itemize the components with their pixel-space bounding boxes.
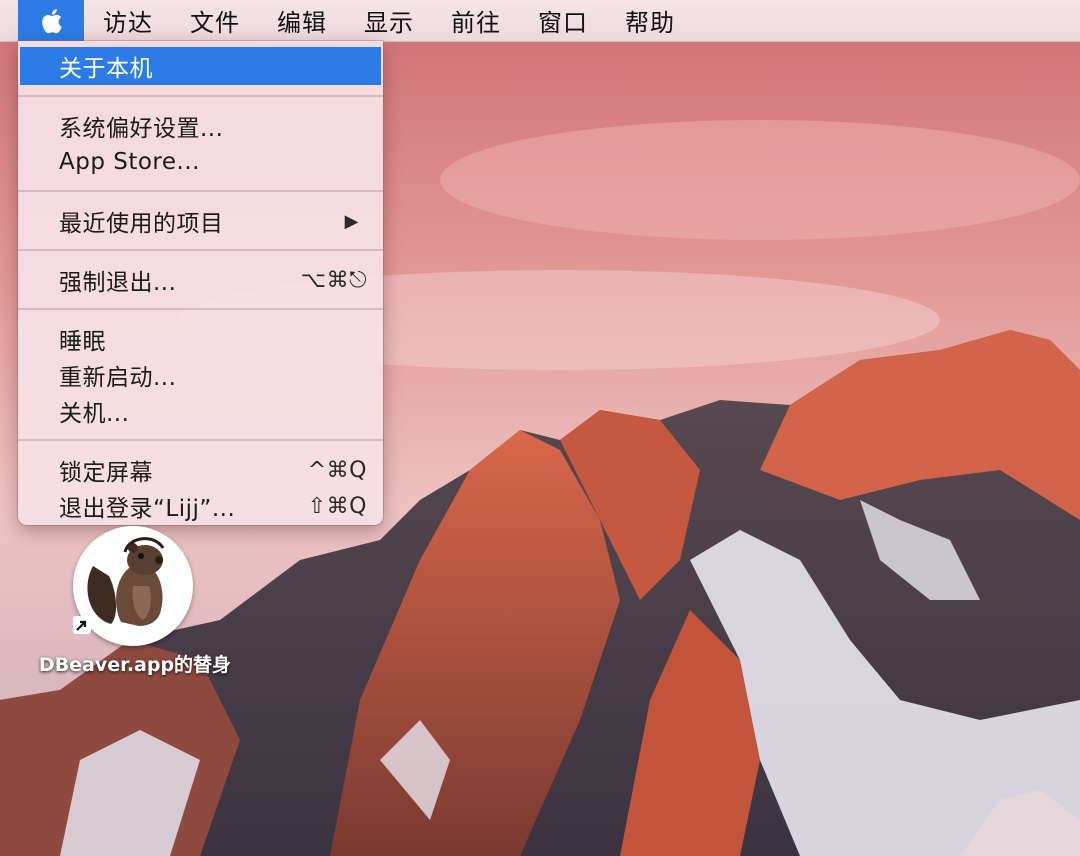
menu-item-app-store[interactable]: App Store...	[20, 144, 381, 180]
menu-separator	[18, 439, 383, 441]
menu-bar: 访达 文件 编辑 显示 前往 窗口 帮助	[0, 0, 1080, 42]
menu-window[interactable]: 窗口	[519, 0, 606, 41]
menu-separator	[18, 190, 383, 192]
apple-menu-button[interactable]	[18, 0, 84, 41]
keyboard-shortcut: ⌥⌘⎋	[300, 267, 367, 293]
dbeaver-beaver-icon	[73, 526, 193, 646]
menu-item-shutdown[interactable]: 关机...	[20, 393, 381, 429]
menu-separator	[18, 249, 383, 251]
desktop-icon-label: DBeaver.app的替身	[38, 654, 232, 676]
menu-item-label: 重新启动...	[59, 365, 177, 391]
menu-item-recent-items[interactable]: 最近使用的项目 ▶	[20, 203, 381, 239]
menu-item-system-preferences[interactable]: 系统偏好设置...	[20, 108, 381, 144]
menu-item-log-out[interactable]: 退出登录“Lijj”... ⇧⌘Q	[20, 488, 381, 524]
menu-help[interactable]: 帮助	[606, 0, 693, 41]
menu-item-label: 关于本机	[59, 56, 153, 82]
apple-logo-icon	[42, 8, 62, 33]
menu-item-lock-screen[interactable]: 锁定屏幕 ^⌘Q	[20, 452, 381, 488]
menu-separator	[18, 308, 383, 310]
menu-item-label: App Store...	[59, 149, 200, 175]
menu-item-label: 强制退出...	[59, 270, 177, 296]
menu-edit[interactable]: 编辑	[258, 0, 345, 41]
menu-separator	[18, 95, 383, 97]
desktop-alias-dbeaver[interactable]: DBeaver.app的替身	[20, 520, 250, 690]
submenu-arrow-icon: ▶	[344, 210, 359, 232]
menu-go[interactable]: 前往	[432, 0, 519, 41]
menu-item-label: 关机...	[59, 401, 130, 427]
alias-arrow-icon	[73, 616, 91, 634]
menu-item-force-quit[interactable]: 强制退出... ⌥⌘⎋	[20, 262, 381, 298]
apple-dropdown-menu: 关于本机 系统偏好设置... App Store... 最近使用的项目 ▶ 强制…	[18, 41, 383, 525]
menu-finder[interactable]: 访达	[84, 0, 171, 41]
menu-item-about[interactable]: 关于本机	[20, 47, 381, 85]
menu-item-label: 睡眠	[59, 329, 106, 355]
menu-item-label: 锁定屏幕	[59, 460, 153, 486]
keyboard-shortcut: ⇧⌘Q	[307, 493, 367, 519]
menu-item-label: 系统偏好设置...	[59, 116, 224, 142]
keyboard-shortcut: ^⌘Q	[307, 457, 367, 483]
menu-view[interactable]: 显示	[345, 0, 432, 41]
menu-item-label: 最近使用的项目	[59, 211, 224, 237]
menu-item-restart[interactable]: 重新启动...	[20, 357, 381, 393]
menu-item-label: 退出登录“Lijj”...	[59, 496, 236, 522]
menu-file[interactable]: 文件	[171, 0, 258, 41]
menu-item-sleep[interactable]: 睡眠	[20, 321, 381, 357]
